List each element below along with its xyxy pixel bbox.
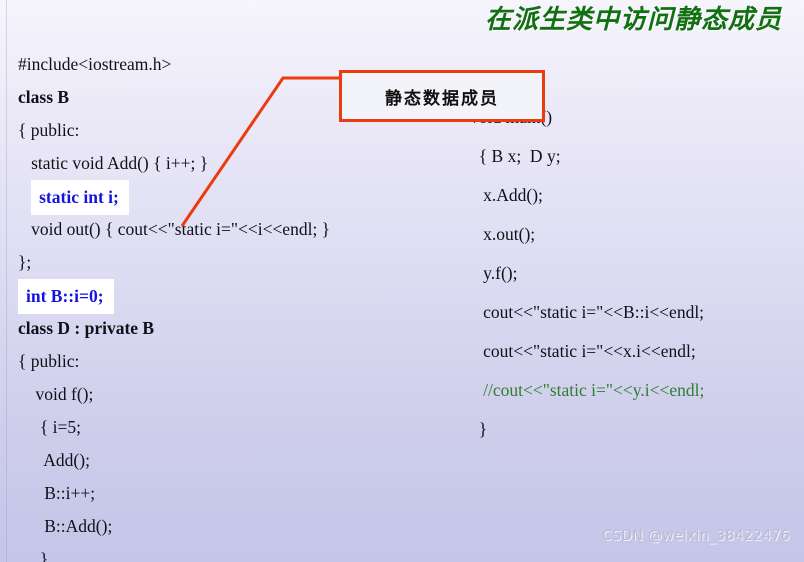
- code-text: { public:: [18, 120, 80, 140]
- code-text: }: [18, 549, 49, 562]
- callout-label: 静态数据成员: [385, 88, 499, 109]
- code-left-line: B::Add();: [18, 510, 330, 543]
- code-block-left: #include<iostream.h> class B { public: sta…: [18, 48, 330, 562]
- code-left-line: Add();: [18, 444, 330, 477]
- code-right-line: x.out();: [470, 215, 704, 254]
- slide-canvas: 在派生类中访问静态成员 #include<iostream.h> class B {…: [0, 0, 804, 562]
- code-text: cout<<"static i="<<B::i<<endl;: [470, 302, 705, 322]
- code-text: Add();: [18, 450, 90, 470]
- code-text: { i=5;: [18, 417, 81, 437]
- code-left-line: #include<iostream.h>: [18, 48, 330, 81]
- code-text: void out() { cout<<"static i="<<i<<endl;…: [18, 219, 331, 239]
- code-left-line: static void Add() { i++; }: [18, 147, 330, 180]
- code-left-line: int B::i=0;: [18, 279, 330, 314]
- code-right-line: x.Add();: [470, 176, 704, 215]
- code-text: y.f();: [470, 263, 518, 283]
- code-right-line: //cout<<"static i="<<y.i<<endl;: [470, 371, 704, 410]
- code-right-line: }: [470, 410, 704, 449]
- callout-box: 静态数据成员: [339, 70, 545, 122]
- watermark: CSDN @weixin_38422476: [602, 528, 790, 544]
- code-text: B::Add();: [18, 516, 113, 536]
- code-right-line: cout<<"static i="<<B::i<<endl;: [470, 293, 704, 332]
- code-left-line: class B: [18, 81, 330, 114]
- code-text: { B x; D y;: [470, 146, 561, 166]
- code-text: { public:: [18, 351, 80, 371]
- code-left-line: B::i++;: [18, 477, 330, 510]
- left-margin-rule: [6, 0, 7, 562]
- code-right-line: cout<<"static i="<<x.i<<endl;: [470, 332, 704, 371]
- code-text: cout<<"static i="<<x.i<<endl;: [470, 341, 696, 361]
- code-left-line: { i=5;: [18, 411, 330, 444]
- highlighted-code-text: int B::i=0;: [18, 279, 114, 314]
- code-block-right: void main() { B x; D y; x.Add(); x.out()…: [470, 98, 704, 449]
- code-left-line: { public:: [18, 114, 330, 147]
- code-text: #include<iostream.h>: [18, 54, 172, 74]
- code-right-line: y.f();: [470, 254, 704, 293]
- code-text: }: [470, 419, 488, 439]
- code-text: static void Add() { i++; }: [18, 153, 209, 173]
- page-title: 在派生类中访问静态成员: [484, 5, 782, 35]
- code-text: x.out();: [470, 224, 536, 244]
- code-left-line: static int i;: [18, 180, 330, 215]
- code-text: x.Add();: [470, 185, 543, 205]
- code-left-line: };: [18, 246, 330, 279]
- code-left-line: void f();: [18, 378, 330, 411]
- code-left-line: class D : private B: [18, 312, 330, 345]
- code-text: void f();: [18, 384, 94, 404]
- code-text: B::i++;: [18, 483, 96, 503]
- code-text: class B: [18, 87, 70, 107]
- highlighted-code-text: static int i;: [31, 180, 129, 215]
- code-text: class D : private B: [18, 318, 155, 338]
- code-left-line: void out() { cout<<"static i="<<i<<endl;…: [18, 213, 330, 246]
- code-text: //cout<<"static i="<<y.i<<endl;: [470, 380, 705, 400]
- code-left-line: }: [18, 543, 330, 562]
- code-left-line: { public:: [18, 345, 330, 378]
- code-text: };: [18, 252, 32, 272]
- code-right-line: { B x; D y;: [470, 137, 704, 176]
